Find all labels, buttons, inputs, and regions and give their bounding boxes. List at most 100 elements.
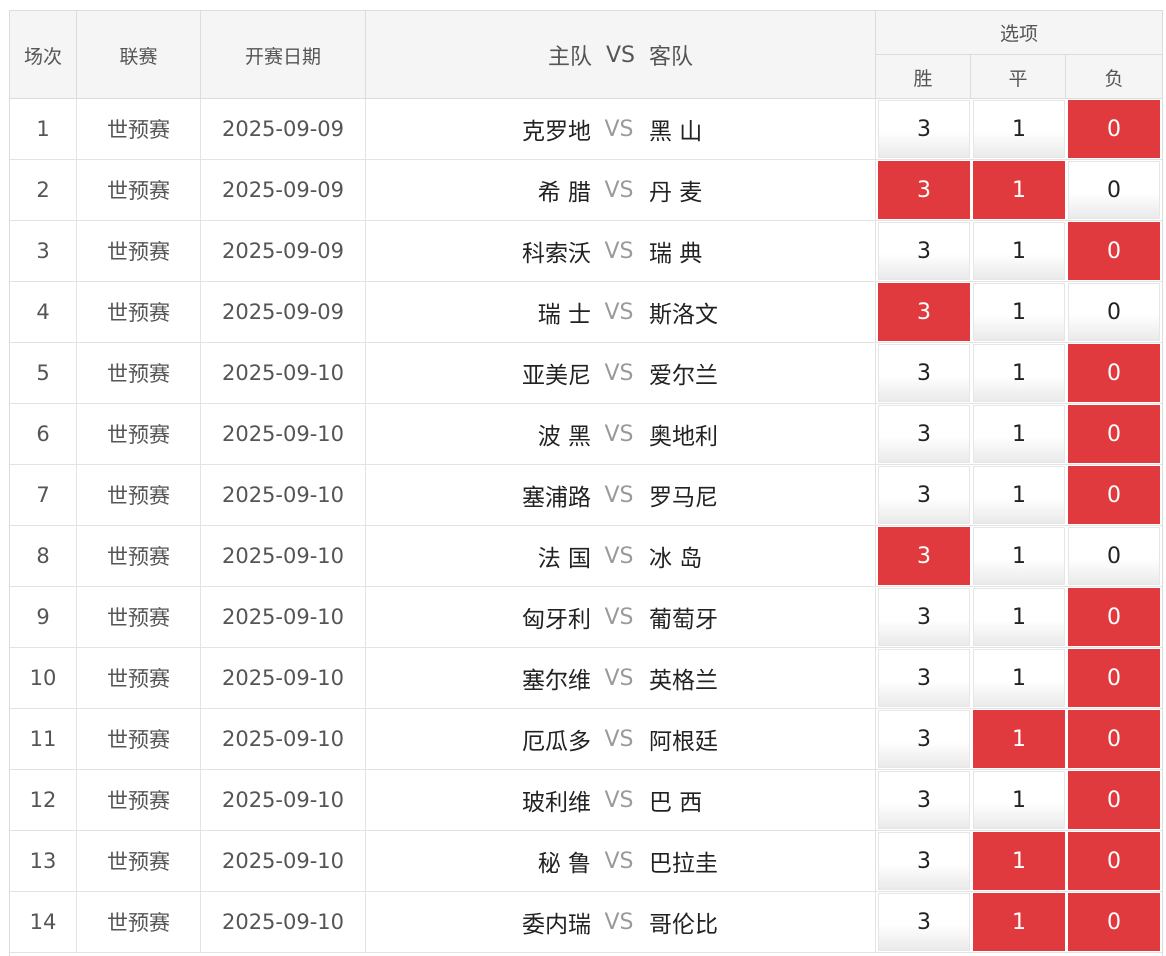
option-draw-button[interactable]: 1 bbox=[973, 588, 1065, 646]
table-row: 2 世预赛 2025-09-09 希 腊 VS 丹 麦 310 bbox=[10, 160, 1162, 221]
vs-label: VS bbox=[604, 116, 634, 142]
option-loss-button[interactable]: 0 bbox=[1068, 283, 1160, 341]
option-draw-button[interactable]: 1 bbox=[973, 893, 1065, 951]
option-draw-button[interactable]: 1 bbox=[973, 527, 1065, 585]
lottery-table: 场次 联赛 开赛日期 主队 VS 客队 选项 胜 平 负 1 世预赛 2025-09… bbox=[9, 10, 1163, 956]
match-teams: 塞尔维 VS 英格兰 bbox=[366, 648, 876, 708]
league-name: 世预赛 bbox=[77, 221, 201, 281]
vs-label: VS bbox=[604, 299, 634, 325]
home-team: 亚美尼 bbox=[522, 363, 591, 389]
option-loss-button[interactable]: 0 bbox=[1068, 527, 1160, 585]
option-loss-button[interactable]: 0 bbox=[1068, 832, 1160, 890]
match-date: 2025-09-09 bbox=[201, 160, 366, 220]
option-win-button[interactable]: 3 bbox=[878, 405, 970, 463]
home-team: 塞浦路 bbox=[522, 485, 591, 511]
league-name: 世预赛 bbox=[77, 770, 201, 830]
match-date: 2025-09-10 bbox=[201, 465, 366, 525]
table-row: 9 世预赛 2025-09-10 匈牙利 VS 葡萄牙 3 1 0 bbox=[10, 587, 1162, 648]
match-index: 3 bbox=[10, 221, 77, 281]
vs-label: VS bbox=[604, 543, 634, 569]
vs-label: VS bbox=[604, 726, 634, 752]
option-draw-button[interactable]: 1 bbox=[973, 405, 1065, 463]
league-name: 世预赛 bbox=[77, 587, 201, 647]
match-index: 10 bbox=[10, 648, 77, 708]
league-name: 世预赛 bbox=[77, 99, 201, 159]
option-win-button[interactable]: 3 bbox=[878, 893, 970, 951]
option-draw-button[interactable]: 1 bbox=[973, 283, 1065, 341]
header-away: 客队 bbox=[649, 45, 694, 70]
home-team: 塞尔维 bbox=[522, 668, 591, 694]
option-loss-button[interactable]: 0 bbox=[1068, 222, 1160, 280]
option-draw-button[interactable]: 1 bbox=[973, 100, 1065, 158]
option-draw-button[interactable]: 1 bbox=[973, 344, 1065, 402]
match-index: 6 bbox=[10, 404, 77, 464]
option-draw-button[interactable]: 1 bbox=[973, 222, 1065, 280]
option-loss-button[interactable]: 0 bbox=[1068, 649, 1160, 707]
match-date: 2025-09-10 bbox=[201, 648, 366, 708]
table-row: 10 世预赛 2025-09-10 塞尔维 VS 英格兰 3 1 0 bbox=[10, 648, 1162, 709]
option-draw-button[interactable]: 1 bbox=[973, 710, 1065, 768]
option-win-button[interactable]: 3 bbox=[878, 527, 970, 585]
away-team: 巴 西 bbox=[649, 790, 703, 816]
vs-label: VS bbox=[604, 238, 634, 264]
league-name: 世预赛 bbox=[77, 526, 201, 586]
match-teams: 波 黑 VS 奥地利 bbox=[366, 404, 876, 464]
header-options: 选项 胜 平 负 bbox=[876, 11, 1162, 99]
option-loss-button[interactable]: 0 bbox=[1068, 405, 1160, 463]
match-index: 8 bbox=[10, 526, 77, 586]
league-name: 世预赛 bbox=[77, 831, 201, 891]
match-date: 2025-09-10 bbox=[201, 892, 366, 952]
table-row: 12 世预赛 2025-09-10 玻利维 VS 巴 西 310 bbox=[10, 770, 1162, 831]
option-win-button[interactable]: 3 bbox=[878, 344, 970, 402]
option-win-button[interactable]: 3 bbox=[878, 466, 970, 524]
table-row: 4 世预赛 2025-09-09 瑞 士 VS 斯洛文 3 1 0 bbox=[10, 282, 1162, 343]
option-win-button[interactable]: 3 bbox=[878, 649, 970, 707]
match-date: 2025-09-09 bbox=[201, 282, 366, 342]
option-loss-button[interactable]: 0 bbox=[1068, 588, 1160, 646]
header-home: 主队 bbox=[547, 45, 592, 70]
header-opt-win: 胜 bbox=[876, 55, 971, 99]
match-index: 7 bbox=[10, 465, 77, 525]
option-win-button[interactable]: 3 bbox=[878, 222, 970, 280]
away-team: 英格兰 bbox=[649, 668, 718, 694]
option-win-button[interactable]: 3 bbox=[878, 710, 970, 768]
option-draw-button[interactable]: 1 bbox=[973, 466, 1065, 524]
option-win-button[interactable]: 3 bbox=[878, 100, 970, 158]
home-team: 克罗地 bbox=[522, 119, 591, 145]
match-index: 5 bbox=[10, 343, 77, 403]
match-teams: 希 腊 VS 丹 麦 bbox=[366, 160, 876, 220]
table-row: 5 世预赛 2025-09-10 亚美尼 VS 爱尔兰 3 1 0 bbox=[10, 343, 1162, 404]
match-date: 2025-09-09 bbox=[201, 99, 366, 159]
away-team: 斯洛文 bbox=[649, 302, 718, 328]
option-draw-button[interactable]: 1 bbox=[973, 649, 1065, 707]
match-index: 14 bbox=[10, 892, 77, 952]
match-date: 2025-09-10 bbox=[201, 831, 366, 891]
option-loss-button[interactable]: 0 bbox=[1068, 893, 1160, 951]
option-loss-button[interactable]: 0 bbox=[1068, 710, 1160, 768]
option-loss-button[interactable]: 0 bbox=[1068, 771, 1160, 829]
option-win-button[interactable]: 3 bbox=[878, 161, 970, 219]
option-win-button[interactable]: 3 bbox=[878, 771, 970, 829]
vs-label: VS bbox=[604, 604, 634, 630]
option-win-button[interactable]: 3 bbox=[878, 283, 970, 341]
option-draw-button[interactable]: 1 bbox=[973, 161, 1065, 219]
match-index: 2 bbox=[10, 160, 77, 220]
option-loss-button[interactable]: 0 bbox=[1068, 100, 1160, 158]
header-match: 主队 VS 客队 bbox=[366, 11, 876, 99]
league-name: 世预赛 bbox=[77, 648, 201, 708]
vs-label: VS bbox=[604, 909, 634, 935]
home-team: 波 黑 bbox=[537, 424, 591, 450]
option-loss-button[interactable]: 0 bbox=[1068, 344, 1160, 402]
option-loss-button[interactable]: 0 bbox=[1068, 161, 1160, 219]
match-date: 2025-09-10 bbox=[201, 526, 366, 586]
match-teams: 委内瑞 VS 哥伦比 bbox=[366, 892, 876, 952]
option-draw-button[interactable]: 1 bbox=[973, 832, 1065, 890]
option-win-button[interactable]: 3 bbox=[878, 588, 970, 646]
option-win-button[interactable]: 3 bbox=[878, 832, 970, 890]
option-loss-button[interactable]: 0 bbox=[1068, 466, 1160, 524]
league-name: 世预赛 bbox=[77, 343, 201, 403]
option-draw-button[interactable]: 1 bbox=[973, 771, 1065, 829]
match-teams: 秘 鲁 VS 巴拉圭 bbox=[366, 831, 876, 891]
league-name: 世预赛 bbox=[77, 892, 201, 952]
header-date: 开赛日期 bbox=[201, 11, 366, 99]
